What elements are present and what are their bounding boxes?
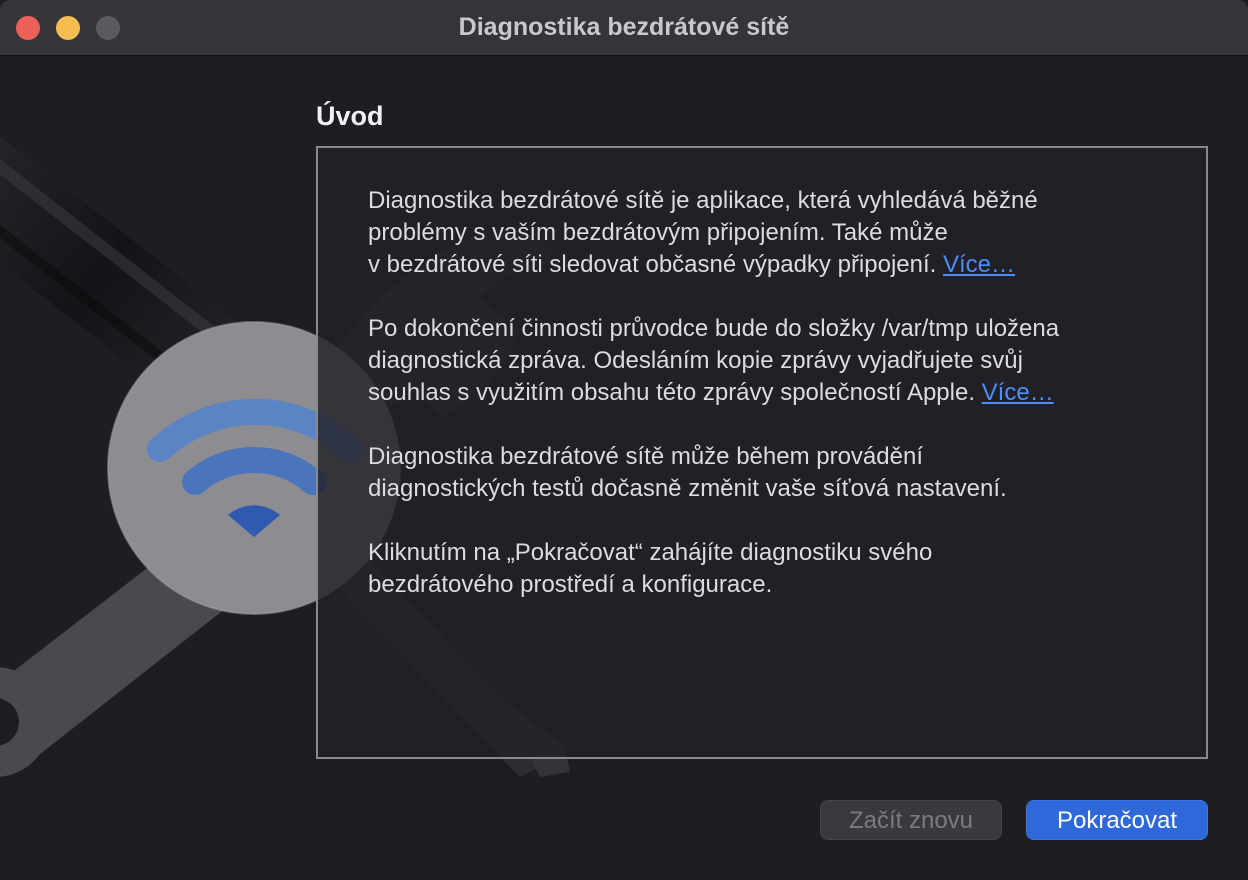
start-over-button[interactable]: Začít znovu: [820, 800, 1002, 840]
paragraph-text: v bezdrátové síti sledovat občasné výpad…: [368, 251, 937, 278]
paragraph-line: Po dokončení činnosti průvodce bude do s…: [368, 315, 1060, 342]
intro-paragraph-3: Diagnostika bezdrátové sítě může během p…: [368, 441, 1168, 505]
paragraph-line: problémy s vaším bezdrátovým připojením.…: [368, 219, 948, 246]
paragraph-line: diagnostických testů dočasně změnit vaše…: [368, 475, 1007, 502]
paragraph-text: souhlas s využitím obsahu této zprávy sp…: [368, 379, 975, 406]
title-bar[interactable]: Diagnostika bezdrátové sítě: [0, 0, 1248, 56]
paragraph-line: Diagnostika bezdrátové sítě může během p…: [368, 443, 923, 470]
window-title: Diagnostika bezdrátové sítě: [458, 13, 790, 41]
paragraph-line: diagnostická zpráva. Odesláním kopie zpr…: [368, 347, 1023, 374]
paragraph-line: Kliknutím na „Pokračovat“ zahájíte diagn…: [368, 539, 933, 566]
paragraph-line: Diagnostika bezdrátové sítě je aplikace,…: [368, 187, 1038, 214]
section-title: Úvod: [316, 101, 384, 131]
more-link[interactable]: Více…: [943, 251, 1015, 278]
paragraph-line: v bezdrátové síti sledovat občasné výpad…: [368, 249, 1168, 281]
intro-paragraph-4: Kliknutím na „Pokračovat“ zahájíte diagn…: [368, 537, 1168, 601]
more-link[interactable]: Více…: [982, 379, 1054, 406]
paragraph-line: souhlas s využitím obsahu této zprávy sp…: [368, 377, 1168, 409]
continue-button[interactable]: Pokračovat: [1026, 800, 1208, 840]
paragraph-line: bezdrátového prostředí a konfigurace.: [368, 571, 773, 598]
intro-paragraph-1: Diagnostika bezdrátové sítě je aplikace,…: [368, 185, 1168, 281]
intro-paragraph-2: Po dokončení činnosti průvodce bude do s…: [368, 313, 1168, 409]
wireless-diagnostics-window: Diagnostika bezdrátové sítě Úvod Diagnos…: [0, 0, 1248, 880]
